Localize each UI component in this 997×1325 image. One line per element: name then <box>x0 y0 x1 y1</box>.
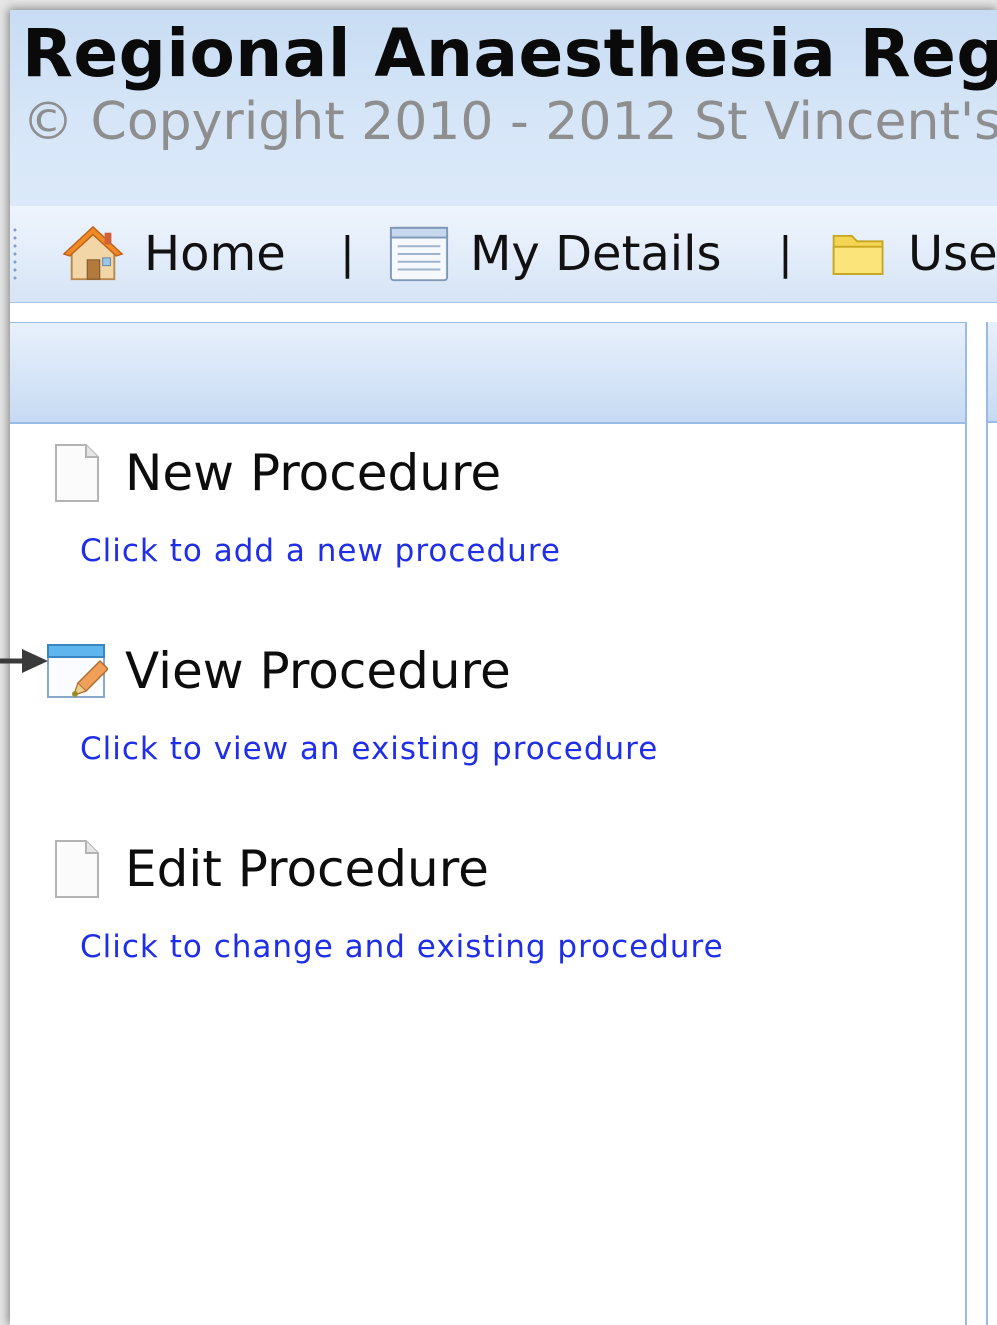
toolbar-my-details-label: My Details <box>470 226 722 282</box>
window-edit-icon <box>47 644 108 698</box>
toolbar-users-button[interactable]: Use <box>830 224 997 284</box>
new-procedure-link[interactable]: Click to add a new procedure <box>80 531 561 571</box>
toolbar-home-label: Home <box>144 226 286 282</box>
app-window: Regional Anaesthesia Reg © Copyright 201… <box>10 10 997 1325</box>
procedures-panel: New Procedure Click to add a new procedu… <box>10 322 967 1325</box>
app-header: Regional Anaesthesia Reg © Copyright 201… <box>10 10 997 206</box>
details-icon <box>389 226 449 282</box>
view-procedure-link[interactable]: Click to view an existing procedure <box>80 729 658 769</box>
right-panel-header <box>988 322 997 423</box>
procedures-panel-header <box>10 323 965 424</box>
toolbar-separator: | <box>340 228 355 279</box>
folder-icon <box>832 234 884 275</box>
blank-document-icon <box>55 840 99 898</box>
main-toolbar: Home | My Details | Use <box>10 206 997 303</box>
toolbar-users-label: Use <box>908 226 997 282</box>
edit-procedure-title: Edit Procedure <box>125 840 489 898</box>
copyright-text: © Copyright 2010 - 2012 St Vincent's <box>22 92 997 152</box>
new-procedure-title: New Procedure <box>125 444 502 502</box>
toolbar-grip[interactable] <box>13 226 17 282</box>
toolbar-home-button[interactable]: Home <box>62 224 286 284</box>
app-title: Regional Anaesthesia Reg <box>22 15 997 92</box>
edit-procedure-link[interactable]: Click to change and existing procedure <box>80 927 724 967</box>
home-icon <box>62 225 124 281</box>
toolbar-my-details-button[interactable]: My Details <box>388 224 721 284</box>
blank-document-icon <box>55 444 99 502</box>
toolbar-separator: | <box>778 228 793 279</box>
view-procedure-title: View Procedure <box>125 642 511 700</box>
right-panel-edge <box>986 322 997 1325</box>
annotation-arrow-icon <box>0 649 48 673</box>
